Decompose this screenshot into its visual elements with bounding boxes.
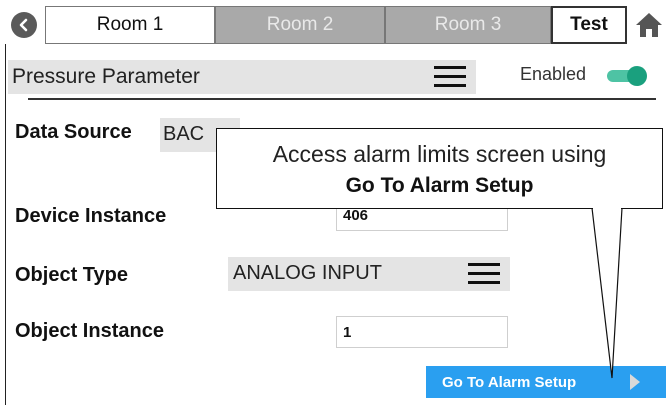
app-frame: Room 1 Room 2 Room 3 Test Pressure Param… xyxy=(0,0,672,405)
callout-box: Access alarm limits screen using Go To A… xyxy=(216,128,663,209)
callout-text: Access alarm limits screen using xyxy=(272,141,607,167)
callout-emphasis: Go To Alarm Setup xyxy=(345,174,534,197)
